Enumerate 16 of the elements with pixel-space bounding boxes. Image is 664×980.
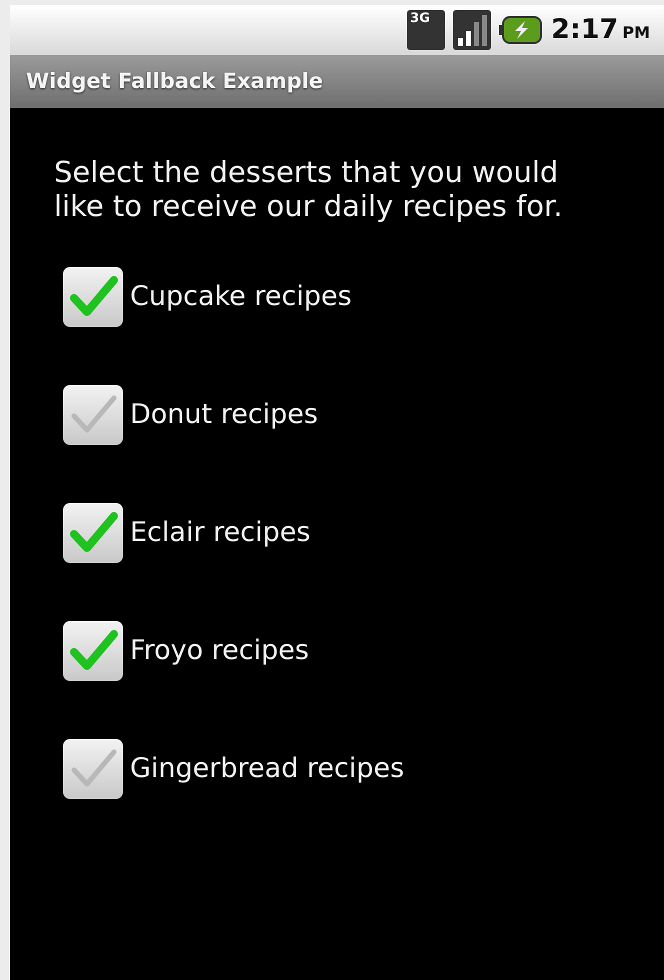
checkbox[interactable] xyxy=(62,384,124,446)
checkbox[interactable] xyxy=(62,502,124,564)
battery-charging-icon xyxy=(499,14,544,46)
network-type-icon: 3G xyxy=(407,10,446,50)
checkbox[interactable] xyxy=(62,738,124,800)
checkbox-label[interactable]: Cupcake recipes xyxy=(130,276,352,318)
window-title: Widget Fallback Example xyxy=(26,68,324,95)
checkbox-label[interactable]: Froyo recipes xyxy=(130,630,309,672)
checkbox[interactable] xyxy=(62,266,124,328)
checkbox-label[interactable]: Donut recipes xyxy=(130,394,318,436)
checkbox[interactable] xyxy=(62,620,124,682)
clock: 2:17 PM xyxy=(551,12,650,47)
signal-icon xyxy=(453,10,492,50)
instructions-text: Select the desserts that you would like to receive our daily recipes for. xyxy=(54,156,564,224)
checkbox-label[interactable]: Eclair recipes xyxy=(130,512,310,554)
checkbox-label[interactable]: Gingerbread recipes xyxy=(130,748,404,790)
